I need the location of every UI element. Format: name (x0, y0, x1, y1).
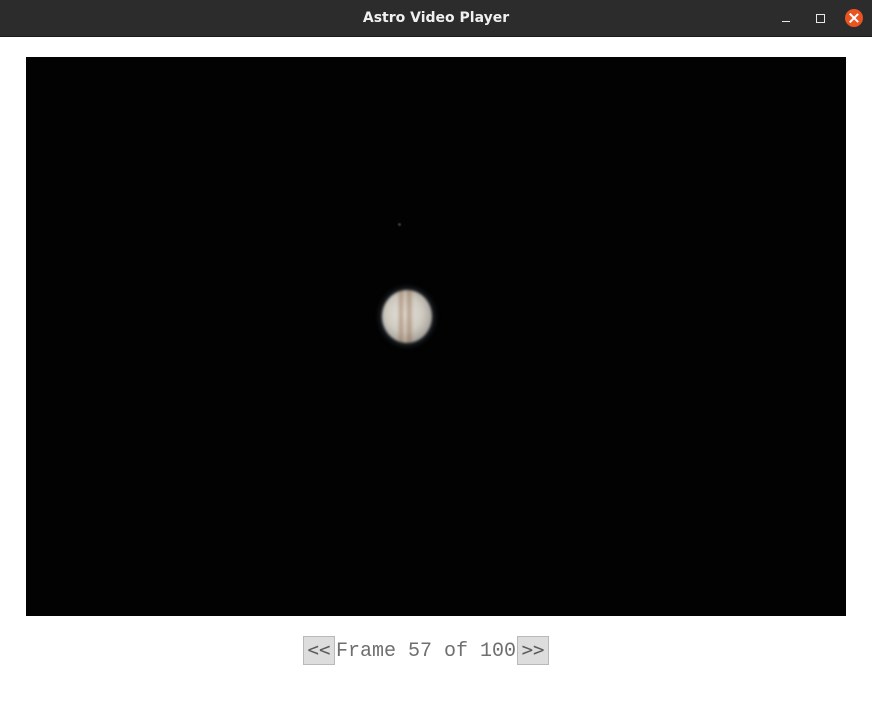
app-window: Astro Video Player << Frame 57 of 100 >> (0, 0, 872, 705)
frame-controls: << Frame 57 of 100 >> (303, 636, 550, 665)
minimize-icon (782, 20, 790, 22)
title-bar[interactable]: Astro Video Player (0, 0, 872, 37)
maximize-button[interactable] (811, 9, 829, 27)
frame-counter-label: Frame 57 of 100 (336, 640, 517, 663)
previous-frame-button[interactable]: << (303, 636, 335, 665)
window-title: Astro Video Player (362, 10, 510, 26)
video-frame (26, 57, 846, 616)
moon-dot (398, 223, 401, 226)
close-button[interactable] (845, 9, 863, 27)
minimize-button[interactable] (777, 9, 795, 27)
maximize-icon (815, 13, 825, 23)
close-icon (849, 13, 859, 23)
next-frame-button[interactable]: >> (517, 636, 550, 665)
planet-image (382, 290, 432, 343)
